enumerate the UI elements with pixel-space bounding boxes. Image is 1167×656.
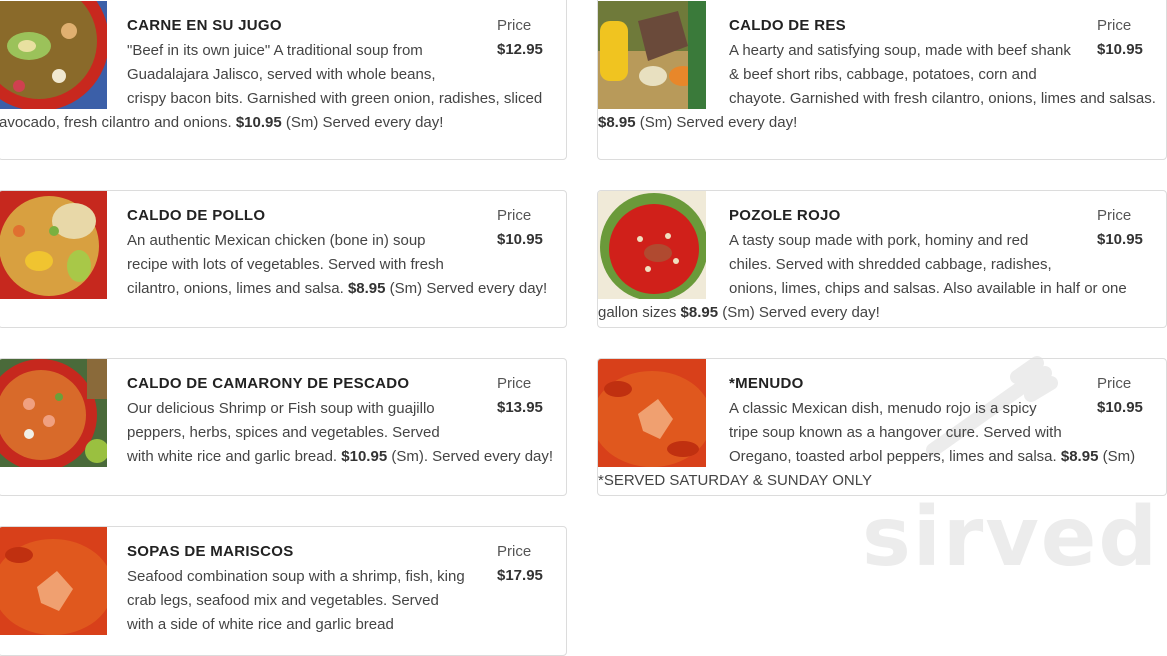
- price-label: Price: [497, 207, 532, 224]
- item-description: "Beef in its own juice" A traditional so…: [0, 42, 543, 131]
- small-price: $8.95: [347, 280, 386, 297]
- menu-item-caldo-de-pollo[interactable]: CALDO DE POLLO Price $10.95 An authentic…: [0, 190, 567, 328]
- menu-item-caldo-de-res[interactable]: CALDO DE RES Price $10.95 A hearty and s…: [597, 0, 1167, 160]
- item-description: A classic Mexican dish, menudo rojo is a…: [598, 400, 1136, 489]
- price-label: Price: [1097, 17, 1132, 34]
- item-name: CALDO DE POLLO: [127, 207, 266, 224]
- price-label: Price: [497, 17, 532, 34]
- item-name: CALDO DE RES: [729, 17, 846, 34]
- menu-item-caldo-de-camarony-de-pescado[interactable]: CALDO DE CAMARONY DE PESCADO Price $13.9…: [0, 358, 567, 496]
- price-label: Price: [1097, 375, 1132, 392]
- sirved-watermark: sirved: [862, 490, 1160, 585]
- small-price: $8.95: [680, 304, 719, 321]
- price-label: Price: [497, 375, 532, 392]
- small-price: $8.95: [1060, 448, 1099, 465]
- small-price: $8.95: [598, 114, 636, 131]
- item-name: CALDO DE CAMARONY DE PESCADO: [127, 375, 410, 392]
- price-label: Price: [1097, 207, 1132, 224]
- item-name: CARNE EN SU JUGO: [127, 17, 282, 34]
- item-description: Our delicious Shrimp or Fish soup with g…: [127, 400, 554, 465]
- item-description: Seafood combination soup with a shrimp, …: [127, 568, 465, 633]
- menu-item-pozole-rojo[interactable]: POZOLE ROJO Price $10.95 A tasty soup ma…: [597, 190, 1167, 328]
- item-name: *MENUDO: [729, 375, 804, 392]
- menu-item-sopas-de-mariscos[interactable]: SOPAS DE MARISCOS Price $17.95 Seafood c…: [0, 526, 567, 656]
- small-price: $10.95: [235, 114, 282, 131]
- small-price: $10.95: [341, 448, 388, 465]
- item-description: A tasty soup made with pork, hominy and …: [598, 232, 1127, 321]
- item-description: An authentic Mexican chicken (bone in) s…: [127, 232, 548, 297]
- item-name: SOPAS DE MARISCOS: [127, 543, 294, 560]
- item-name: POZOLE ROJO: [729, 207, 841, 224]
- menu-item-carne-en-su-jugo[interactable]: CARNE EN SU JUGO Price $12.95 "Beef in i…: [0, 0, 567, 160]
- menu-item-menudo[interactable]: *MENUDO Price $10.95 A classic Mexican d…: [597, 358, 1167, 496]
- price-label: Price: [497, 543, 532, 560]
- item-description: A hearty and satisfying soup, made with …: [598, 42, 1156, 131]
